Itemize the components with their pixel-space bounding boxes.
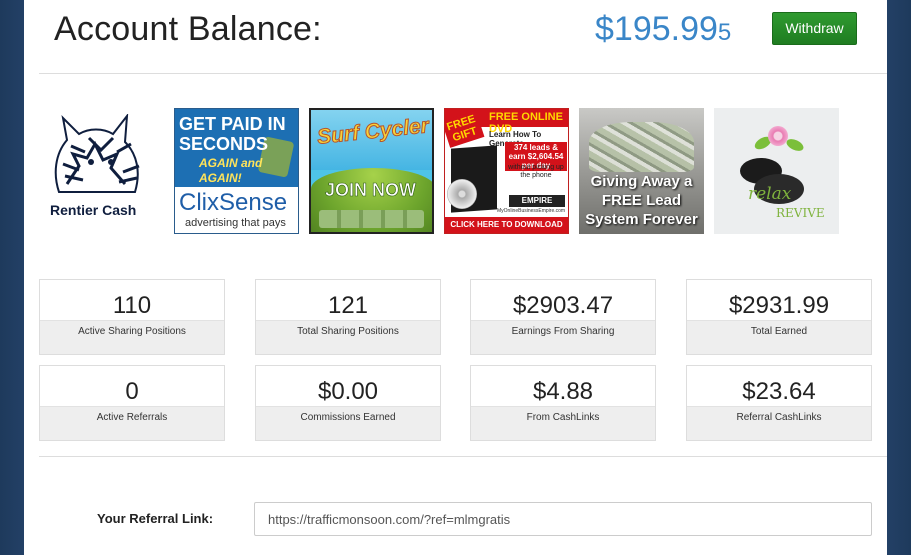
rentier-name: Rentier Cash <box>50 202 137 218</box>
stat-label: From CashLinks <box>471 406 655 440</box>
banner-free-dvd[interactable]: FREE ONLINE DVD FREE GIFT Learn How To G… <box>444 108 569 234</box>
divider <box>39 456 887 457</box>
revive-text: REVIVE <box>776 206 825 220</box>
wolf-logo-icon <box>54 114 140 193</box>
balance-fraction: 5 <box>717 19 732 46</box>
stat-card: $2931.99 Total Earned <box>686 279 872 355</box>
clix-sub: AGAIN and AGAIN! <box>199 156 263 185</box>
header: Account Balance: $195.995 Withdraw <box>24 0 887 74</box>
banner-lead-system[interactable]: Giving Away a FREE Lead System Forever <box>579 108 704 234</box>
stat-card: 0 Active Referrals <box>39 365 225 441</box>
dvd-site: MyOnlineBusinessEmpire.com <box>497 208 566 214</box>
orchid-icon <box>768 126 788 146</box>
stat-label: Total Earned <box>687 320 871 354</box>
stat-label: Commissions Earned <box>256 406 440 440</box>
banner-surf-cycler[interactable]: Surf Cycler JOIN NOW <box>309 108 434 234</box>
banner-rentier-cash[interactable]: Rentier Cash <box>39 108 164 234</box>
stat-value: $2903.47 <box>512 292 614 319</box>
account-balance: $195.995 <box>595 10 731 49</box>
stat-card: 110 Active Sharing Positions <box>39 279 225 355</box>
stat-value: 110 <box>112 292 152 319</box>
stat-card: $4.88 From CashLinks <box>470 365 656 441</box>
dvd-leads-sub: without picking up the phone <box>508 164 564 179</box>
stat-card: $2903.47 Earnings From Sharing <box>470 279 656 355</box>
dvd-bottom: CLICK HERE TO DOWNLOAD NOW! <box>445 217 568 233</box>
stat-value: 0 <box>125 378 139 405</box>
dvd-empire: EMPIRE <box>509 195 565 207</box>
relax-text: relax <box>748 184 792 204</box>
clix-logo: ClixSense <box>179 189 288 216</box>
stat-label: Earnings From Sharing <box>471 320 655 354</box>
stat-label: Total Sharing Positions <box>256 320 440 354</box>
stat-value: $0.00 <box>317 378 379 405</box>
banner-relax-revive[interactable]: relax REVIVE <box>714 108 839 234</box>
stat-card: $0.00 Commissions Earned <box>255 365 441 441</box>
account-panel: Account Balance: $195.995 Withdraw Renti… <box>24 0 887 555</box>
stat-value: $2931.99 <box>728 292 830 319</box>
stat-card: 121 Total Sharing Positions <box>255 279 441 355</box>
page-title: Account Balance: <box>54 10 322 48</box>
leaf-icon <box>784 136 806 154</box>
stat-label: Active Sharing Positions <box>40 320 224 354</box>
clix-headline: GET PAID IN SECONDS <box>179 114 286 154</box>
disc-icon <box>447 179 477 209</box>
referral-link-label: Your Referral Link: <box>97 511 214 526</box>
stat-value: $4.88 <box>532 378 594 405</box>
surf-cta: JOIN NOW <box>325 180 417 201</box>
money-pile-icon <box>589 122 694 172</box>
cash-icon <box>319 210 424 228</box>
clix-tagline: advertising that pays <box>185 217 286 229</box>
lead-text: Giving Away a FREE Lead System Forever <box>585 173 698 228</box>
balance-main: $195.99 <box>595 10 718 48</box>
stat-value: 121 <box>327 292 369 319</box>
divider <box>39 73 887 74</box>
banner-clixsense[interactable]: GET PAID IN SECONDS AGAIN and AGAIN! Cli… <box>174 108 299 234</box>
stat-card: $23.64 Referral CashLinks <box>686 365 872 441</box>
referral-link-field[interactable] <box>254 502 872 536</box>
clix-logo-box: ClixSense advertising that pays <box>175 187 298 233</box>
stat-label: Referral CashLinks <box>687 406 871 440</box>
stat-value: $23.64 <box>742 378 816 405</box>
withdraw-button[interactable]: Withdraw <box>772 12 857 45</box>
stat-label: Active Referrals <box>40 406 224 440</box>
